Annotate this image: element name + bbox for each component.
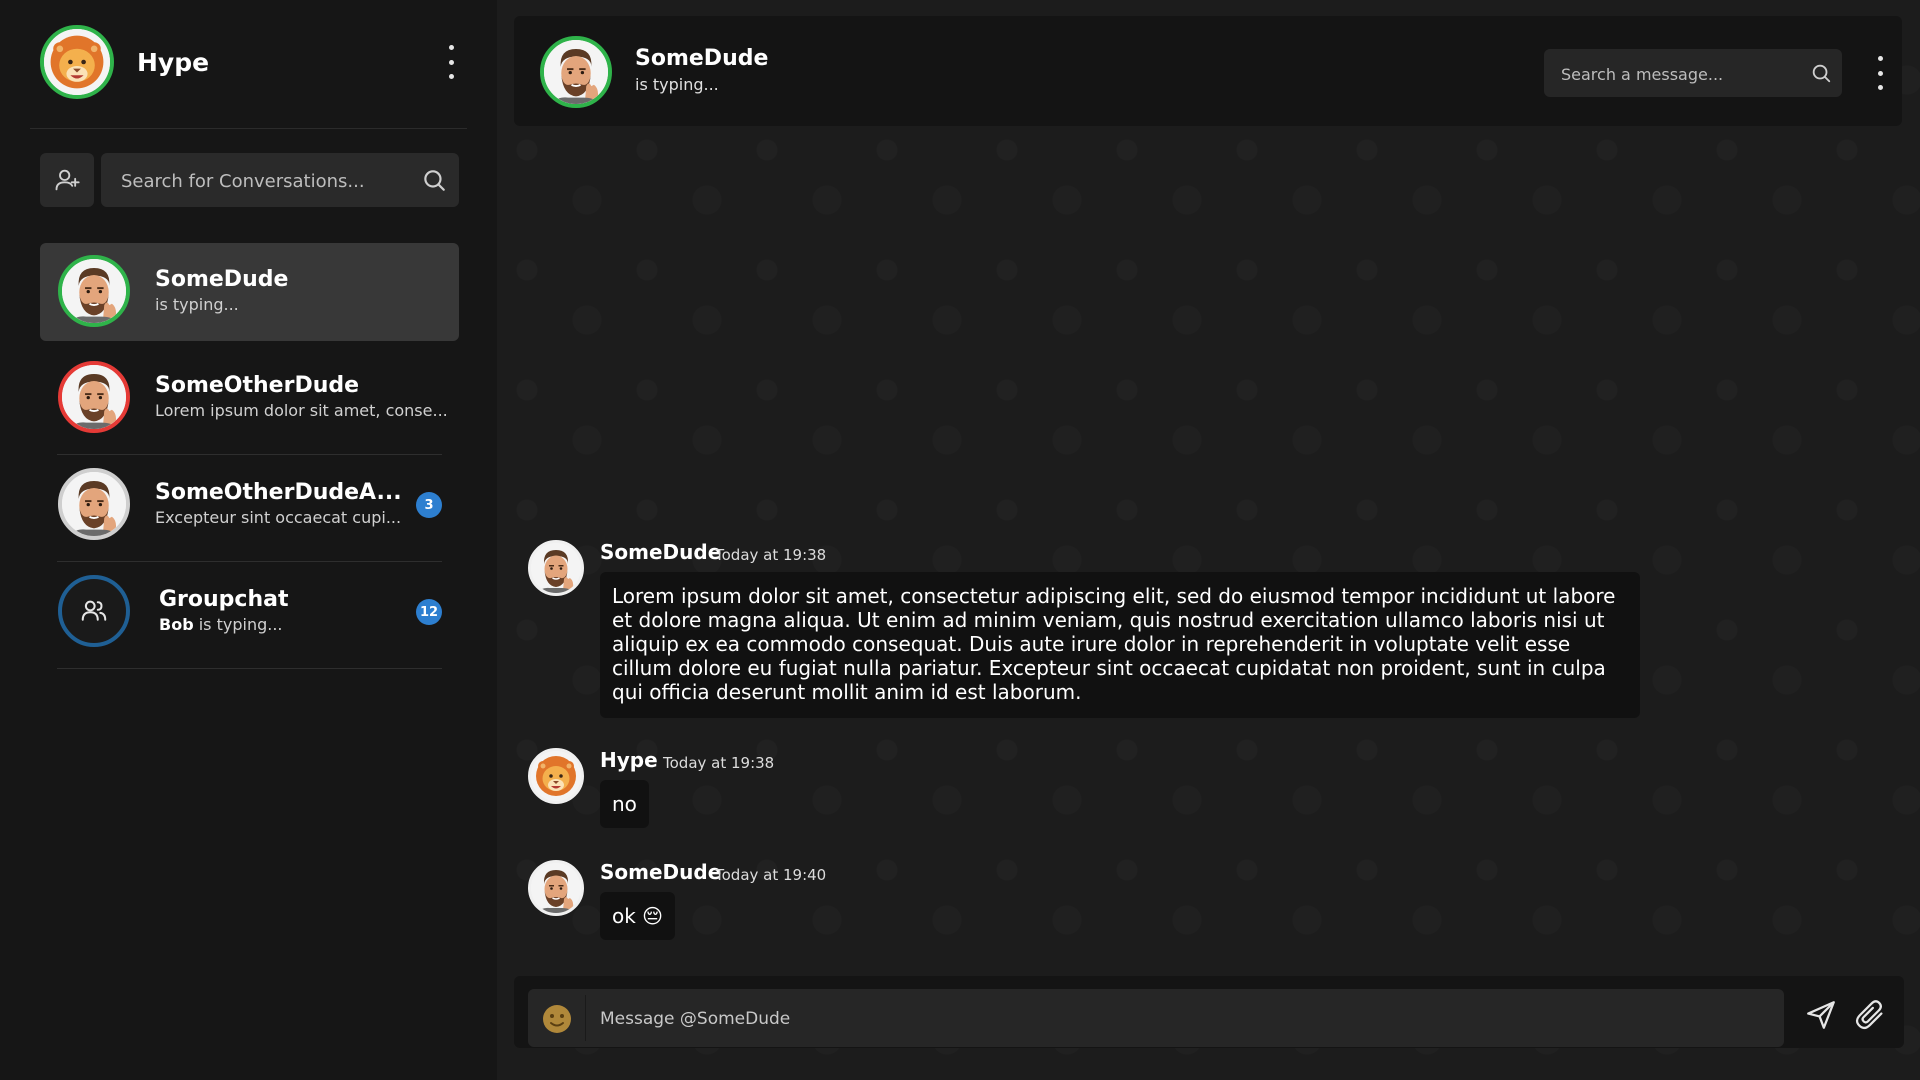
typing-user: Bob bbox=[159, 615, 194, 634]
search-icon[interactable] bbox=[421, 167, 447, 193]
contact-avatar[interactable] bbox=[540, 36, 612, 108]
message-avatar[interactable] bbox=[528, 860, 584, 916]
message-bubble: Lorem ipsum dolor sit amet, consectetur … bbox=[600, 572, 1640, 718]
conversation-name: SomeDude bbox=[155, 267, 289, 292]
search-icon[interactable] bbox=[1810, 62, 1832, 84]
message-avatar[interactable] bbox=[528, 748, 584, 804]
message-timestamp: Today at 19:38 bbox=[663, 754, 775, 772]
my-name: Hype bbox=[137, 48, 210, 77]
conversation-name: Groupchat bbox=[159, 587, 289, 612]
message-composer bbox=[514, 976, 1904, 1049]
message-timestamp: Today at 19:40 bbox=[715, 866, 827, 884]
conversation-item-somedude[interactable]: SomeDude is typing... bbox=[40, 243, 459, 341]
divider bbox=[57, 561, 442, 562]
message-author[interactable]: SomeDude bbox=[600, 860, 721, 884]
emoji-icon[interactable] bbox=[541, 1003, 573, 1035]
avatar bbox=[58, 468, 130, 540]
divider bbox=[585, 995, 586, 1041]
unread-badge: 12 bbox=[416, 599, 442, 625]
unread-badge: 3 bbox=[416, 492, 442, 518]
conversation-name: SomeOtherDudeA... bbox=[155, 480, 402, 505]
message-bubble: no bbox=[600, 780, 649, 828]
group-avatar bbox=[58, 575, 130, 647]
contact-status: is typing... bbox=[635, 75, 719, 94]
message-input[interactable] bbox=[598, 989, 1762, 1049]
conversation-status: is typing... bbox=[155, 295, 239, 314]
group-icon bbox=[81, 600, 107, 621]
divider bbox=[57, 668, 442, 669]
conversation-status: Bob is typing... bbox=[159, 615, 283, 634]
sidebar: Hype SomeDude is typing... SomeOtherDude… bbox=[0, 0, 498, 1080]
chat-header: SomeDude is typing... bbox=[514, 16, 1902, 126]
avatar bbox=[58, 255, 130, 327]
my-avatar[interactable] bbox=[40, 25, 114, 99]
contact-name: SomeDude bbox=[635, 46, 769, 71]
avatar bbox=[58, 361, 130, 433]
sidebar-menu-icon[interactable] bbox=[444, 45, 458, 79]
message-bubble: ok 😔 bbox=[600, 892, 676, 940]
sidebar-header: Hype bbox=[30, 18, 467, 129]
add-contact-button[interactable] bbox=[40, 153, 94, 207]
message-author[interactable]: Hype bbox=[600, 748, 658, 772]
conversation-item-groupchat[interactable]: Groupchat Bob is typing... 12 bbox=[40, 563, 459, 669]
conversation-item-someotherdudea[interactable]: SomeOtherDudeA... Excepteur sint occaeca… bbox=[40, 456, 459, 562]
send-icon[interactable] bbox=[1804, 998, 1838, 1032]
composer-field bbox=[528, 989, 1784, 1049]
conversation-preview: Excepteur sint occaecat cupi... bbox=[155, 508, 402, 527]
message-timestamp: Today at 19:38 bbox=[715, 546, 827, 564]
conversation-preview: Lorem ipsum dolor sit amet, conse... bbox=[155, 401, 448, 420]
message-search-input[interactable] bbox=[1559, 49, 1803, 99]
message-author[interactable]: SomeDude bbox=[600, 540, 721, 564]
conversation-search bbox=[101, 153, 459, 209]
chat-menu-icon[interactable] bbox=[1873, 56, 1887, 90]
attachment-icon[interactable] bbox=[1853, 998, 1887, 1032]
message-avatar[interactable] bbox=[528, 540, 584, 596]
conversation-search-input[interactable] bbox=[119, 153, 413, 209]
typing-text: is typing... bbox=[193, 615, 283, 634]
message-search bbox=[1544, 49, 1842, 99]
add-user-icon bbox=[55, 169, 80, 191]
divider bbox=[57, 454, 442, 455]
conversation-item-someotherdude[interactable]: SomeOtherDude Lorem ipsum dolor sit amet… bbox=[40, 349, 459, 455]
conversation-name: SomeOtherDude bbox=[155, 373, 360, 398]
